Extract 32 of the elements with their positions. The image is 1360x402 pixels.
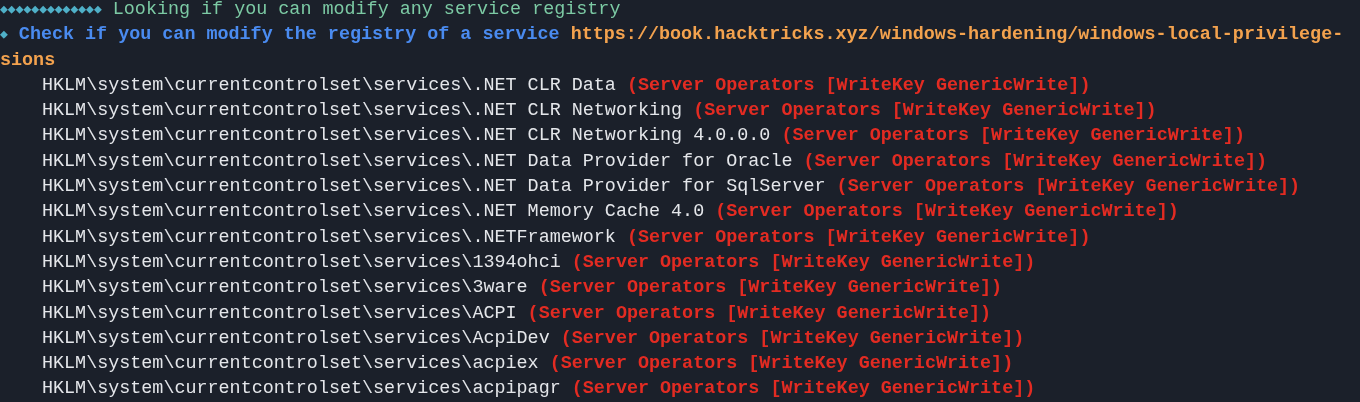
permission-text: (Server Operators [WriteKey GenericWrite]) bbox=[538, 276, 1003, 301]
permission-text: (Server Operators [WriteKey GenericWrite]) bbox=[571, 250, 1036, 275]
registry-path: HKLM\system\currentcontrolset\services\acpiex bbox=[42, 352, 539, 377]
registry-path: HKLM\system\currentcontrolset\services\AcpiDev bbox=[42, 326, 550, 351]
check-description: Check if you can modify the registry of a service bbox=[18, 23, 560, 48]
registry-path: HKLM\system\currentcontrolset\services\.NET Data Provider for Oracle bbox=[42, 149, 793, 174]
diamond-marker: ◆◆◆◆◆◆◆◆◆◆◆◆◆ bbox=[0, 1, 102, 19]
url-link[interactable]: sions bbox=[0, 47, 56, 73]
section-title: Looking if you can modify any service registry bbox=[112, 0, 621, 22]
registry-path: HKLM\system\currentcontrolset\services\ACPI bbox=[42, 301, 517, 326]
registry-path: HKLM\system\currentcontrolset\services\.NET Memory Cache 4.0 bbox=[42, 200, 705, 225]
registry-path: HKLM\system\currentcontrolset\services\1394ohci bbox=[42, 250, 561, 275]
registry-path: HKLM\system\currentcontrolset\services\acpipagr bbox=[42, 377, 561, 402]
registry-path: HKLM\system\currentcontrolset\services\.NET CLR Networking bbox=[42, 99, 683, 124]
permission-text: (Server Operators [WriteKey GenericWrite]) bbox=[626, 73, 1091, 98]
url-link[interactable]: https://book.hacktricks.xyz/windows-hardening/windows-local-privilege- bbox=[570, 22, 1344, 48]
registry-path: HKLM\system\currentcontrolset\services\.NET CLR Networking 4.0.0.0 bbox=[42, 124, 771, 149]
permission-text: (Server Operators [WriteKey GenericWrite]) bbox=[836, 175, 1301, 200]
registry-path: HKLM\system\currentcontrolset\services\.NETFramework bbox=[42, 225, 616, 250]
permission-text: (Server Operators [WriteKey GenericWrite]) bbox=[803, 149, 1268, 174]
registry-path: HKLM\system\currentcontrolset\services\3ware bbox=[42, 276, 528, 301]
permission-text: (Server Operators [WriteKey GenericWrite]) bbox=[626, 225, 1091, 250]
permission-text: (Server Operators [WriteKey GenericWrite]) bbox=[781, 124, 1245, 149]
permission-text: (Server Operators [WriteKey GenericWrite]) bbox=[560, 326, 1025, 351]
permission-text: (Server Operators [WriteKey GenericWrite]) bbox=[715, 200, 1179, 225]
permission-text: (Server Operators [WriteKey GenericWrite]) bbox=[693, 99, 1157, 124]
registry-path: HKLM\system\currentcontrolset\services\.NET Data Provider for SqlServer bbox=[42, 175, 826, 200]
permission-text: (Server Operators [WriteKey GenericWrite]) bbox=[527, 301, 992, 326]
permission-text: (Server Operators [WriteKey GenericWrite]) bbox=[571, 377, 1036, 402]
permission-text: (Server Operators [WriteKey GenericWrite]) bbox=[549, 352, 1014, 377]
registry-path: HKLM\system\currentcontrolset\services\.NET CLR Data bbox=[42, 73, 616, 98]
diamond-marker: ◆ bbox=[0, 26, 8, 45]
